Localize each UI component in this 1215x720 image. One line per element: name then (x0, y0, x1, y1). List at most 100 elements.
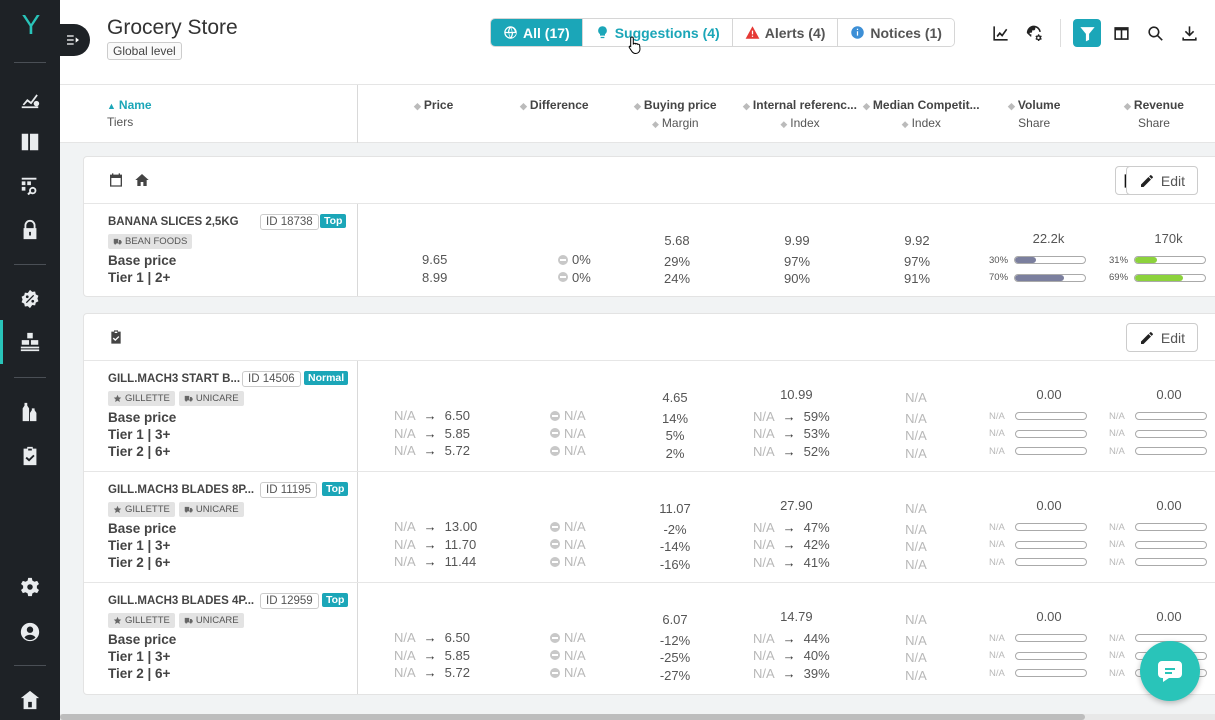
column-revenue[interactable]: ◆ Revenue Share (1124, 98, 1184, 130)
brand-tag-label: GILLETTE (125, 393, 170, 404)
product-name[interactable]: GILL.MACH3 START B... (108, 373, 240, 385)
table-row[interactable]: GILL.MACH3 BLADES 8P... ID 11195 Top GILLET… (84, 472, 1215, 583)
download-button[interactable] (1175, 19, 1203, 47)
arrow-right-icon: → (423, 630, 437, 645)
pencil-icon (1140, 331, 1153, 344)
tier-label: Tier 1 | 3+ (108, 427, 171, 442)
price-cell[interactable]: N/A → 13.00 N/A → 11.70 N/A → 11.44 (394, 518, 477, 571)
tier-label: Base price (108, 410, 177, 425)
column-name[interactable]: ▲ Name Tiers (107, 98, 152, 129)
suggested-price: 11.44 (444, 554, 477, 569)
bottles-icon[interactable] (16, 398, 44, 426)
share-label: N/A (1109, 650, 1125, 661)
current-price: N/A (394, 554, 416, 569)
product-id: ID 18738 (260, 214, 319, 230)
median-cell: 9.92 97% 91% (902, 232, 932, 288)
logo-icon[interactable]: Y (16, 10, 46, 40)
report-search-icon[interactable] (16, 172, 44, 200)
filter-all-button[interactable]: All (17) (491, 19, 583, 46)
share-label: N/A (1109, 556, 1125, 568)
column-price[interactable]: ◆ Price (414, 98, 453, 112)
filter-alerts-button[interactable]: Alerts (4) (732, 19, 839, 46)
chart-line-icon (992, 25, 1008, 41)
column-revenue-share-label: Share (1137, 116, 1170, 130)
columns-button[interactable] (1107, 19, 1135, 47)
column-difference[interactable]: ◆ Difference (520, 98, 589, 112)
product-name[interactable]: GILL.MACH3 BLADES 8P... (108, 484, 254, 496)
current-price: N/A (394, 408, 416, 423)
table-row[interactable]: GILL.MACH3 START B... ID 14506 Normal GILLE… (84, 361, 1215, 472)
supplier-tag: UNICARE (178, 613, 244, 628)
search-button[interactable] (1141, 19, 1169, 47)
global-settings-button[interactable] (1020, 19, 1048, 47)
difference-value: N/A (564, 519, 586, 534)
difference-value: N/A (564, 647, 586, 663)
settings-icon[interactable] (16, 573, 44, 601)
edit-button[interactable]: Edit (1125, 323, 1198, 352)
user-icon[interactable] (16, 618, 44, 646)
share-label: N/A (1109, 445, 1125, 457)
volume-share-bar (1015, 540, 1087, 549)
product-name[interactable]: BANANA SLICES 2,5KG (108, 216, 239, 228)
level-tag[interactable]: Global level (107, 42, 182, 60)
column-internal-reference[interactable]: ◆ Internal referenc... ◆ Index (743, 98, 857, 130)
internal-ref-value: 14.79 (780, 609, 813, 624)
edit-button[interactable]: Edit (1125, 166, 1198, 195)
neutral-dot-icon (550, 410, 560, 421)
table-row[interactable]: GILL.MACH3 BLADES 4P... ID 12959 Top GILLET… (84, 583, 1215, 694)
tier-label: Base price (108, 521, 177, 536)
volume-cell: 0.00 N/A N/A N/A (989, 608, 1087, 682)
column-resize-handle[interactable] (357, 85, 358, 143)
column-median-index-label: Index (911, 116, 941, 130)
supplier-tag: BEAN FOODS (108, 234, 193, 249)
sort-icon: ◆ (780, 119, 788, 129)
column-volume-share-label: Share (1018, 116, 1051, 130)
revenue-value: 170k (1154, 231, 1183, 246)
products-icon[interactable] (16, 328, 44, 356)
product-info: GILL.MACH3 START B... ID 14506 Normal GILLE… (84, 361, 358, 471)
median-index-value: N/A (905, 445, 927, 461)
filter-button[interactable] (1073, 19, 1101, 47)
scrollbar-thumb[interactable] (60, 714, 1085, 720)
tier-label: Base price (108, 632, 177, 647)
column-buying-price[interactable]: ◆ Buying price ◆ Margin (634, 98, 717, 130)
share-label: N/A (989, 539, 1005, 550)
analytics-icon[interactable] (16, 85, 44, 113)
calendar-icon[interactable] (108, 172, 124, 188)
store-home-icon[interactable] (16, 686, 44, 714)
suggested-price: 13.00 (444, 519, 478, 534)
download-icon (1181, 25, 1197, 41)
truck-icon (184, 617, 193, 624)
price-cell[interactable]: 9.65 8.99 (422, 251, 447, 286)
volume-value: 0.00 (1036, 498, 1062, 513)
discount-icon[interactable] (16, 285, 44, 313)
column-median-competitor[interactable]: ◆ Median Competit... ◆ Index (863, 98, 980, 130)
clipboard-check-icon[interactable] (16, 442, 44, 470)
horizontal-scrollbar[interactable] (60, 714, 1215, 720)
suggested-price: 5.85 (444, 425, 470, 441)
library-icon[interactable] (16, 128, 44, 156)
current-price: N/A (394, 536, 416, 552)
product-name[interactable]: GILL.MACH3 BLADES 4P... (108, 595, 254, 607)
column-volume[interactable]: ◆ Volume Share (1008, 98, 1060, 130)
share-label: 30% (989, 254, 1009, 266)
home-icon[interactable] (134, 172, 150, 188)
internal-ref-value: 9.99 (784, 233, 810, 248)
lock-icon[interactable] (16, 216, 44, 244)
sort-asc-icon: ▲ (107, 101, 116, 111)
sort-icon: ◆ (652, 119, 659, 129)
chat-button[interactable] (1140, 641, 1200, 701)
chart-button[interactable] (986, 19, 1014, 47)
filter-notices-button[interactable]: Notices (1) (838, 19, 954, 46)
revenue-share-bar (1135, 447, 1207, 456)
filter-suggestions-button[interactable]: Suggestions (4) (582, 19, 733, 46)
difference-cell: N/A N/A N/A (550, 407, 586, 460)
internal-current: N/A (753, 537, 775, 552)
volume-share-bar (1014, 256, 1087, 265)
price-cell[interactable]: N/A → 6.50 N/A → 5.85 N/A → 5.72 (394, 629, 470, 682)
table-row[interactable]: BANANA SLICES 2,5KG ID 18738 Top BEAN FO… (84, 204, 1215, 296)
clipboard-check-icon[interactable] (108, 329, 124, 345)
sidebar-collapse-button[interactable] (56, 24, 90, 56)
revenue-share-fill (1135, 274, 1184, 281)
price-cell[interactable]: N/A → 6.50 N/A → 5.85 N/A → 5.72 (394, 407, 470, 460)
